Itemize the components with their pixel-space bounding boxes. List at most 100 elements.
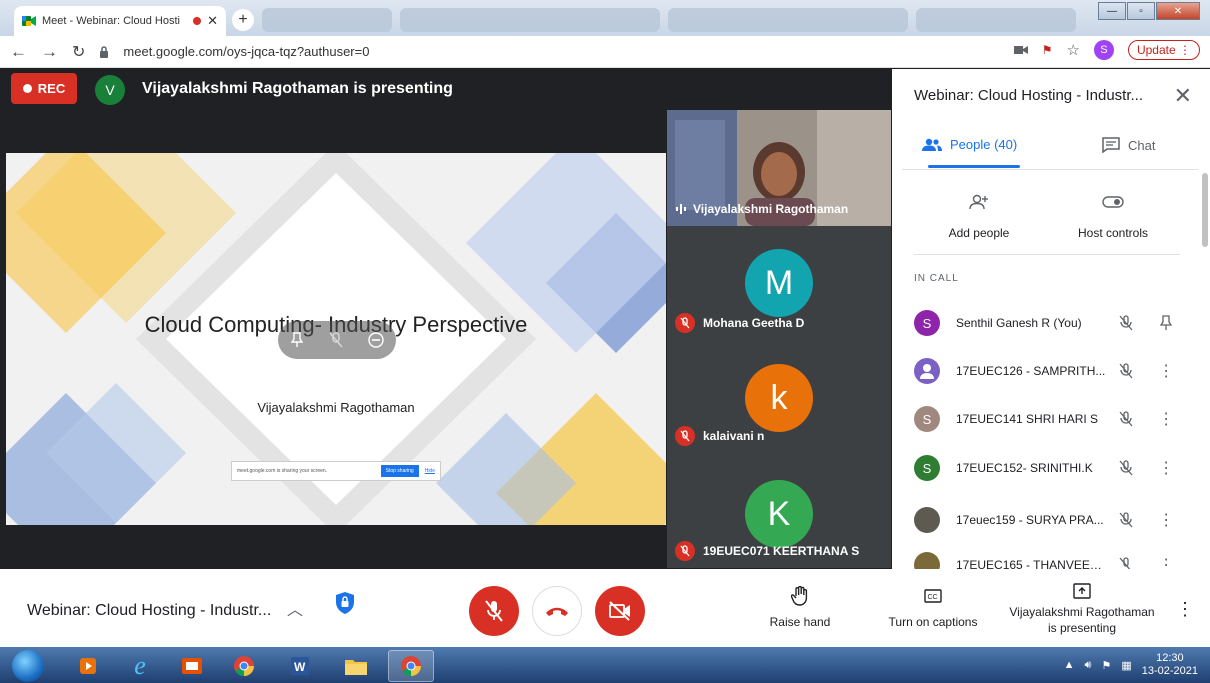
participant-tile[interactable]: k bbox=[745, 364, 813, 432]
clock[interactable]: 12:30 13-02-2021 bbox=[1142, 652, 1198, 678]
chrome-icon[interactable] bbox=[224, 650, 264, 682]
participant-avatar: S bbox=[914, 310, 940, 336]
browser-tab-active[interactable]: Meet - Webinar: Cloud Hosti ✕ bbox=[14, 6, 226, 36]
meet-favicon-icon bbox=[22, 15, 36, 27]
participant-tile-video[interactable]: Vijayalakshmi Ragothaman bbox=[667, 110, 891, 226]
more-options-icon[interactable]: ⋮ bbox=[1156, 458, 1176, 478]
chrome-active-icon[interactable] bbox=[388, 650, 434, 682]
participant-name: 17EUEC165 - THANVEER... bbox=[956, 558, 1107, 569]
presenting-line-1: Vijayalakshmi Ragothaman bbox=[1009, 605, 1155, 619]
add-people-button[interactable]: Add people bbox=[934, 186, 1024, 240]
participant-row[interactable]: 17EUEC126 - SAMPRITH... ⋮ bbox=[914, 355, 1176, 387]
system-tray: ▲ 🔊︎ ⚑ ▦ 12:30 13-02-2021 bbox=[1064, 652, 1198, 678]
tile-name-label: kalaivani n bbox=[703, 429, 765, 443]
present-screen-icon bbox=[1004, 579, 1160, 603]
media-player-icon[interactable] bbox=[68, 650, 108, 682]
mic-off-icon bbox=[485, 600, 503, 622]
captions-button[interactable]: CC Turn on captions bbox=[883, 583, 983, 629]
background-tab[interactable] bbox=[916, 8, 1076, 32]
start-button[interactable] bbox=[12, 650, 44, 682]
pin-icon[interactable] bbox=[1156, 315, 1176, 331]
forward-icon[interactable]: → bbox=[41, 42, 58, 62]
tab-close-icon[interactable]: ✕ bbox=[207, 13, 218, 29]
tile-name: kalaivani n bbox=[675, 426, 764, 446]
new-tab-button[interactable]: + bbox=[232, 9, 254, 31]
action-center-flag-icon[interactable]: ⚑ bbox=[1101, 659, 1111, 672]
tab-people[interactable]: People (40) bbox=[922, 137, 1017, 152]
meeting-control-bar: Webinar: Cloud Hosting - Industr... ︿ Ra… bbox=[0, 569, 1210, 647]
tile-name-label: Vijayalakshmi Ragothaman bbox=[693, 202, 849, 216]
participant-row-clip: 17EUEC165 - THANVEER... ⋮ bbox=[892, 549, 1210, 569]
volume-icon[interactable]: 🔊︎ bbox=[1085, 659, 1092, 672]
background-tab[interactable] bbox=[400, 8, 660, 32]
tile-name: Vijayalakshmi Ragothaman bbox=[675, 202, 848, 216]
panel-scrollbar[interactable] bbox=[1202, 173, 1208, 247]
participant-avatar: S bbox=[914, 455, 940, 481]
reload-icon[interactable]: ↻ bbox=[72, 42, 85, 62]
in-call-heading: IN CALL bbox=[914, 273, 959, 284]
participant-row[interactable]: 17euec159 - SURYA PRA... ⋮ bbox=[914, 504, 1176, 536]
mute-icon[interactable] bbox=[329, 332, 343, 348]
more-options-icon[interactable]: ⋮ bbox=[1156, 361, 1176, 381]
muted-mic-icon bbox=[675, 541, 695, 561]
tab-chat[interactable]: Chat bbox=[1102, 137, 1155, 153]
internet-explorer-icon[interactable]: e bbox=[120, 650, 160, 682]
hang-up-icon bbox=[546, 607, 568, 616]
close-panel-icon[interactable]: ✕ bbox=[1174, 83, 1192, 109]
presentation-status-button[interactable]: Vijayalakshmi Ragothaman is presenting bbox=[1004, 579, 1160, 635]
slide-subtitle: Vijayalakshmi Ragothaman bbox=[257, 400, 415, 415]
more-options-icon[interactable]: ⋮ bbox=[1156, 555, 1176, 569]
raise-hand-label: Raise hand bbox=[769, 615, 831, 629]
participant-row[interactable]: 17EUEC165 - THANVEER... ⋮ bbox=[914, 549, 1176, 569]
network-icon[interactable]: ▦ bbox=[1121, 659, 1131, 672]
app-icon[interactable] bbox=[172, 650, 212, 682]
muted-mic-icon bbox=[1114, 411, 1138, 427]
leave-call-button[interactable] bbox=[532, 586, 582, 636]
participant-row[interactable]: S 17EUEC141 SHRI HARI S ⋮ bbox=[914, 403, 1176, 435]
show-hidden-icons-icon[interactable]: ▲ bbox=[1064, 659, 1075, 671]
maximize-button[interactable]: ▫ bbox=[1127, 2, 1155, 20]
participant-tile[interactable]: K bbox=[745, 480, 813, 548]
background-tab[interactable] bbox=[262, 8, 392, 32]
profile-avatar[interactable]: S bbox=[1093, 40, 1114, 60]
more-options-icon[interactable]: ⋮ bbox=[1156, 409, 1176, 429]
muted-mic-icon bbox=[1114, 460, 1138, 476]
raise-hand-button[interactable]: Raise hand bbox=[760, 583, 840, 629]
lock-icon[interactable] bbox=[99, 45, 109, 58]
add-people-label: Add people bbox=[948, 226, 1010, 240]
muted-mic-icon bbox=[675, 426, 695, 446]
hand-icon bbox=[760, 583, 840, 609]
minimize-button[interactable]: — bbox=[1098, 2, 1126, 20]
more-options-icon[interactable]: ⋮ bbox=[1176, 599, 1194, 620]
hide-link[interactable]: Hide bbox=[425, 468, 435, 474]
bookmark-star-icon[interactable]: ☆ bbox=[1067, 41, 1080, 59]
camera-toggle-button[interactable] bbox=[595, 586, 645, 636]
more-options-icon[interactable]: ⋮ bbox=[1156, 510, 1176, 530]
background-tab[interactable] bbox=[668, 8, 908, 32]
chevron-up-icon[interactable]: ︿ bbox=[287, 596, 303, 620]
close-window-button[interactable]: ✕ bbox=[1156, 2, 1200, 20]
permissions-icon[interactable]: ⚑ bbox=[1042, 43, 1053, 57]
tile-name-label: Mohana Geetha D bbox=[703, 316, 805, 330]
host-controls-button[interactable]: Host controls bbox=[1068, 186, 1158, 240]
word-icon[interactable]: W bbox=[280, 650, 320, 682]
participant-row[interactable]: S Senthil Ganesh R (You) bbox=[914, 307, 1176, 339]
url-field[interactable]: meet.google.com/oys-jqca-tqz?authuser=0 bbox=[123, 44, 369, 59]
muted-mic-icon bbox=[1114, 512, 1138, 528]
update-button[interactable]: Update ⋮ bbox=[1127, 40, 1200, 60]
back-icon[interactable]: ← bbox=[10, 42, 27, 62]
file-explorer-icon[interactable] bbox=[336, 650, 376, 682]
camera-in-use-icon[interactable] bbox=[1013, 45, 1028, 55]
participant-tile[interactable]: M bbox=[745, 249, 813, 317]
stop-sharing-button[interactable]: Stop sharing bbox=[380, 465, 419, 477]
microphone-toggle-button[interactable] bbox=[469, 586, 519, 636]
security-shield-icon[interactable] bbox=[334, 591, 356, 615]
people-icon bbox=[922, 138, 942, 152]
presentation-slide[interactable]: Cloud Computing- Industry Perspective Vi… bbox=[6, 153, 666, 525]
tile-name: 19EUEC071 KEERTHANA S bbox=[675, 541, 859, 561]
participant-row[interactable]: S 17EUEC152- SRINITHI.K ⋮ bbox=[914, 452, 1176, 484]
participant-avatar-image bbox=[914, 358, 940, 384]
meeting-details-title[interactable]: Webinar: Cloud Hosting - Industr... bbox=[27, 602, 271, 620]
pin-icon[interactable] bbox=[290, 332, 304, 348]
remove-icon[interactable] bbox=[367, 332, 384, 348]
